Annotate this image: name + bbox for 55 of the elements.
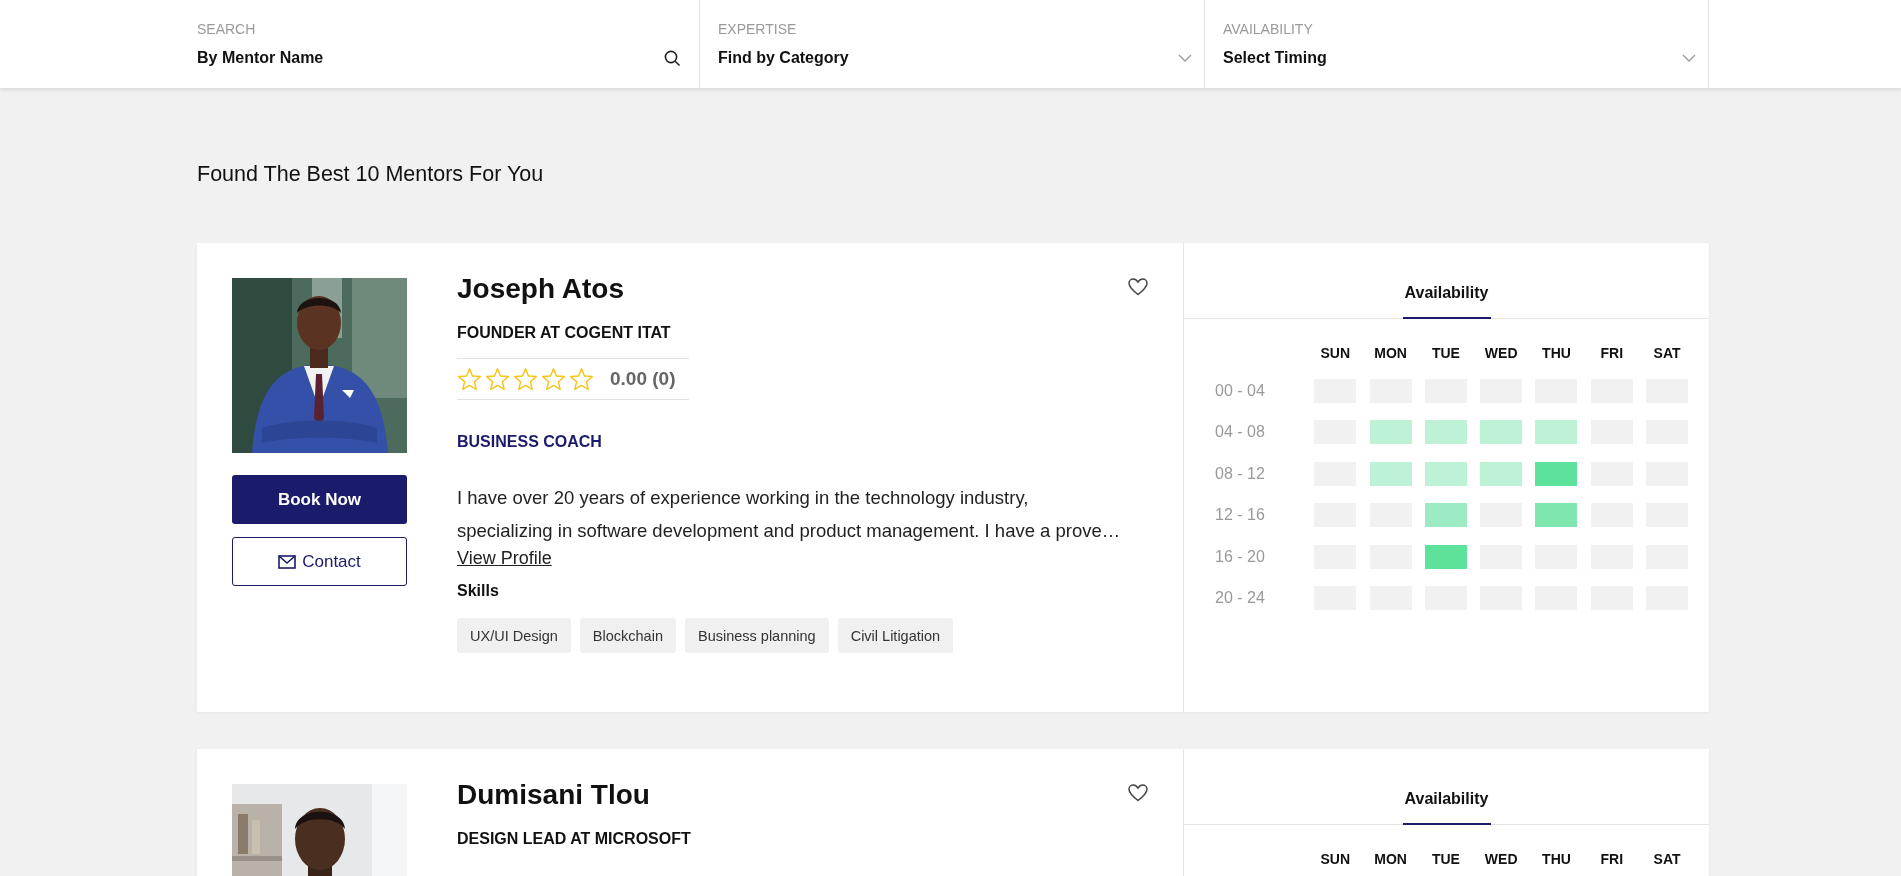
time-slot-label: 12 - 16: [1215, 506, 1266, 524]
filter-field[interactable]: Find by Category: [718, 49, 849, 67]
time-slot-label: 16 - 20: [1215, 547, 1266, 566]
day-header: TUE: [1430, 345, 1461, 361]
time-slot-label: 08 - 12: [1215, 464, 1266, 483]
chevron-down-icon[interactable]: [1682, 54, 1696, 62]
time-slot-label: 00 - 04: [1215, 381, 1266, 400]
rating-score: 0.00 (0): [610, 368, 676, 390]
filter-label: SEARCH: [197, 21, 257, 37]
results-heading: Found The Best 10 Mentors For You: [197, 162, 545, 186]
star-icon: [569, 366, 594, 392]
skill-tag: Civil Litigation: [837, 618, 954, 653]
heart-icon[interactable]: [1128, 278, 1148, 296]
skills-label: Skills: [457, 582, 500, 600]
mentor-description: I have over 20 years of experience working in the technology industry, specializing in software development and product management. I have a prove…: [457, 486, 1122, 543]
mentor-name: Joseph Atos: [457, 272, 624, 306]
filter-field[interactable]: By Mentor Name: [197, 49, 324, 67]
day-header: MON: [1373, 345, 1408, 361]
time-slot-label: 04 - 08: [1215, 423, 1266, 441]
star-icon: [513, 366, 538, 392]
filter-label: AVAILABILITY: [1223, 21, 1314, 37]
day-header: WED: [1483, 851, 1519, 867]
skill-tag: Business planning: [684, 618, 829, 653]
day-header: THU: [1541, 851, 1572, 867]
day-header: THU: [1541, 345, 1572, 361]
day-header: SUN: [1319, 345, 1352, 361]
book-now-button[interactable]: Book Now: [232, 475, 407, 524]
day-header: FRI: [1599, 851, 1625, 867]
day-header: SUN: [1319, 851, 1352, 867]
skill-tag: UX/UI Design: [457, 618, 571, 653]
day-header: MON: [1373, 851, 1408, 867]
chevron-down-icon[interactable]: [1178, 54, 1192, 62]
availability-tab[interactable]: Availability: [1402, 243, 1491, 319]
search-icon[interactable]: [664, 49, 681, 67]
day-header: SAT: [1652, 345, 1682, 361]
time-slot-label: 20 - 24: [1215, 589, 1266, 607]
filter-label: EXPERTISE: [718, 21, 798, 37]
contact-button[interactable]: Contact: [232, 537, 407, 586]
mentor-title: FOUNDER AT COGENT ITAT: [457, 324, 672, 342]
heart-icon[interactable]: [1128, 784, 1148, 802]
star-icon: [485, 366, 510, 392]
filter-field[interactable]: Select Timing: [1223, 49, 1327, 67]
availability-tab[interactable]: Availability: [1402, 749, 1491, 825]
day-header: TUE: [1430, 851, 1461, 867]
view-profile-link[interactable]: View Profile: [457, 548, 552, 568]
star-icon: [457, 366, 482, 392]
day-header: FRI: [1599, 345, 1625, 361]
star-icon: [541, 366, 566, 392]
day-header: WED: [1483, 345, 1519, 361]
skill-tag: Blockchain: [579, 618, 676, 653]
mail-icon: [278, 554, 297, 569]
day-header: SAT: [1652, 851, 1682, 867]
mentor-title: DESIGN LEAD AT MICROSOFT: [457, 830, 692, 848]
mentor-name: Dumisani Tlou: [457, 778, 650, 812]
mentor-category: BUSINESS COACH: [457, 433, 603, 451]
